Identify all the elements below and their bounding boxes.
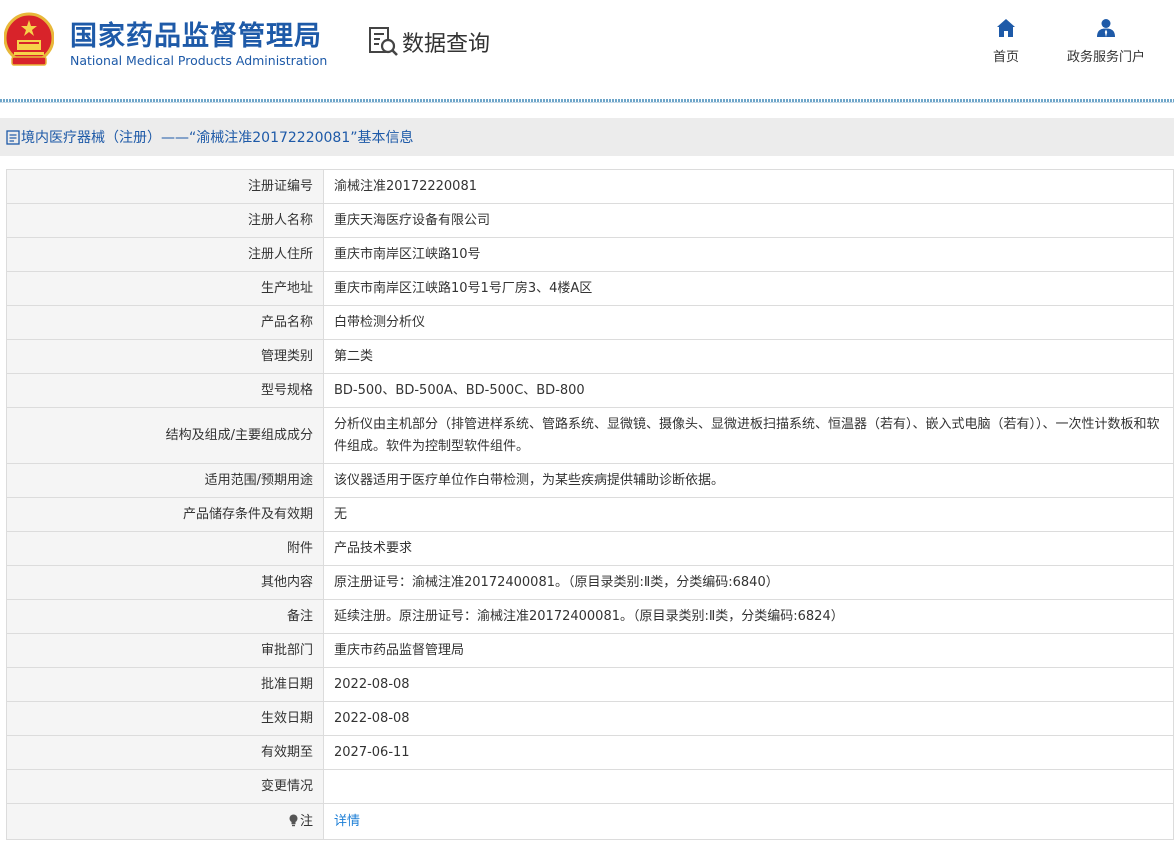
- row-label: 批准日期: [6, 667, 324, 702]
- site-title-cn[interactable]: 国家药品监督管理局: [70, 14, 322, 53]
- table-row: 生产地址 重庆市南岸区江峡路10号1号厂房3、4楼A区: [6, 271, 1174, 306]
- table-row: 产品名称 白带检测分析仪: [6, 305, 1174, 340]
- nav-home-label: 首页: [992, 50, 1019, 65]
- site-title-en[interactable]: National Medical Products Administration: [70, 53, 327, 68]
- breadcrumb: 境内医疗器械（注册）——“渝械注准20172220081”基本信息: [0, 118, 1174, 156]
- breadcrumb-text: 境内医疗器械（注册）——“渝械注准20172220081”基本信息: [21, 130, 414, 146]
- row-label: 审批部门: [6, 633, 324, 668]
- table-row: 审批部门 重庆市药品监督管理局: [6, 633, 1174, 668]
- table-row: 附件 产品技术要求: [6, 531, 1174, 566]
- row-label: 生产地址: [6, 271, 324, 306]
- row-value: 无: [323, 497, 1174, 532]
- nav-portal-label: 政务服务门户: [1066, 50, 1145, 65]
- row-value: 重庆天海医疗设备有限公司: [323, 203, 1174, 238]
- nav-service-portal[interactable]: 政务服务门户: [1056, 18, 1156, 65]
- row-value: [323, 769, 1174, 804]
- row-value: 延续注册。原注册证号：渝械注准20172400081。（原目录类别:Ⅱ类，分类编…: [323, 599, 1174, 634]
- row-label: 其他内容: [6, 565, 324, 600]
- row-label: 附件: [6, 531, 324, 566]
- details-link[interactable]: 详情: [334, 814, 360, 829]
- table-row-note: 注 详情: [6, 803, 1174, 840]
- row-value: BD-500、BD-500A、BD-500C、BD-800: [323, 373, 1174, 408]
- national-emblem-icon: [4, 12, 54, 66]
- data-search-icon: [369, 27, 398, 56]
- note-label-cell: 注: [6, 803, 324, 840]
- row-value: 重庆市药品监督管理局: [323, 633, 1174, 668]
- row-value: 该仪器适用于医疗单位作白带检测，为某些疾病提供辅助诊断依据。: [323, 463, 1174, 498]
- row-label: 有效期至: [6, 735, 324, 770]
- data-query-label: 数据查询: [402, 32, 491, 57]
- table-row: 批准日期 2022-08-08: [6, 667, 1174, 702]
- row-label: 型号规格: [6, 373, 324, 408]
- table-row: 结构及组成/主要组成成分 分析仪由主机部分（排管进样系统、管路系统、显微镜、摄像头…: [6, 407, 1174, 464]
- document-icon: [6, 129, 20, 145]
- row-value: 2022-08-08: [323, 701, 1174, 736]
- table-row: 注册证编号 渝械注准20172220081: [6, 169, 1174, 204]
- table-row: 其他内容 原注册证号：渝械注准20172400081。（原目录类别:Ⅱ类，分类编码…: [6, 565, 1174, 600]
- row-label: 管理类别: [6, 339, 324, 374]
- lightbulb-icon: [289, 814, 298, 826]
- row-label: 注册人名称: [6, 203, 324, 238]
- table-row: 生效日期 2022-08-08: [6, 701, 1174, 736]
- site-header: 国家药品监督管理局 National Medical Products Admi…: [0, 0, 1174, 100]
- nav-home[interactable]: 首页: [984, 18, 1028, 65]
- row-value: 2022-08-08: [323, 667, 1174, 702]
- row-value: 分析仪由主机部分（排管进样系统、管路系统、显微镜、摄像头、显微进板扫描系统、恒温…: [323, 407, 1174, 464]
- row-label: 注册证编号: [6, 169, 324, 204]
- table-row: 有效期至 2027-06-11: [6, 735, 1174, 770]
- row-label: 产品储存条件及有效期: [6, 497, 324, 532]
- note-value-cell: 详情: [323, 803, 1174, 840]
- row-value: 2027-06-11: [323, 735, 1174, 770]
- data-query-title[interactable]: 数据查询: [368, 24, 490, 60]
- row-value: 第二类: [323, 339, 1174, 374]
- user-icon: [1097, 19, 1115, 37]
- home-icon: [997, 19, 1015, 37]
- table-row: 适用范围/预期用途 该仪器适用于医疗单位作白带检测，为某些疾病提供辅助诊断依据。: [6, 463, 1174, 498]
- table-row: 变更情况: [6, 769, 1174, 804]
- header-divider-thin: [0, 102, 1174, 103]
- row-value: 重庆市南岸区江峡路10号1号厂房3、4楼A区: [323, 271, 1174, 306]
- row-value: 原注册证号：渝械注准20172400081。（原目录类别:Ⅱ类，分类编码:684…: [323, 565, 1174, 600]
- row-label: 变更情况: [6, 769, 324, 804]
- row-label: 适用范围/预期用途: [6, 463, 324, 498]
- row-value: 产品技术要求: [323, 531, 1174, 566]
- row-label: 产品名称: [6, 305, 324, 340]
- table-row: 产品储存条件及有效期无: [6, 497, 1174, 532]
- table-row: 管理类别 第二类: [6, 339, 1174, 374]
- table-row: 型号规格 BD-500、BD-500A、BD-500C、BD-800: [6, 373, 1174, 408]
- row-value: 渝械注准20172220081: [323, 169, 1174, 204]
- note-label: 注: [299, 813, 313, 829]
- row-label: 注册人住所: [6, 237, 324, 272]
- table-row: 注册人名称 重庆天海医疗设备有限公司: [6, 203, 1174, 238]
- table-row: 备注 延续注册。原注册证号：渝械注准20172400081。（原目录类别:Ⅱ类，分…: [6, 599, 1174, 634]
- table-row: 注册人住所 重庆市南岸区江峡路10号: [6, 237, 1174, 272]
- row-label: 结构及组成/主要组成成分: [6, 407, 324, 464]
- row-value: 重庆市南岸区江峡路10号: [323, 237, 1174, 272]
- registration-info-table: 注册证编号 渝械注准20172220081 注册人名称 重庆天海医疗设备有限公司 注…: [6, 169, 1174, 840]
- row-label: 生效日期: [6, 701, 324, 736]
- row-label: 备注: [6, 599, 324, 634]
- row-value: 白带检测分析仪: [323, 305, 1174, 340]
